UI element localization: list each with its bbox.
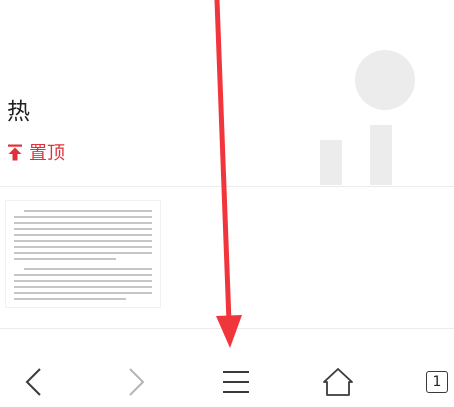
home-button[interactable] xyxy=(316,360,360,404)
browser-screen: 热 置顶 1 xyxy=(0,0,454,407)
menu-icon xyxy=(223,371,249,393)
back-icon xyxy=(25,368,41,396)
background-watermark-icon xyxy=(320,50,415,185)
article-title[interactable]: 热 xyxy=(7,92,31,126)
tabs-button[interactable]: 1 xyxy=(415,360,454,404)
pin-icon xyxy=(8,144,22,160)
menu-button[interactable] xyxy=(214,360,258,404)
pinned-label: 置顶 xyxy=(29,143,65,164)
article-thumbnail[interactable] xyxy=(5,200,161,308)
back-button[interactable] xyxy=(12,360,56,404)
divider xyxy=(0,186,454,187)
forward-button[interactable] xyxy=(114,360,158,404)
divider xyxy=(0,328,454,329)
bottom-navigation-bar: 1 xyxy=(0,352,454,407)
tabs-icon: 1 xyxy=(426,371,448,393)
pinned-tag: 置顶 xyxy=(7,139,65,165)
forward-icon xyxy=(129,368,145,396)
home-icon xyxy=(323,368,353,396)
document-preview-image xyxy=(14,210,152,300)
